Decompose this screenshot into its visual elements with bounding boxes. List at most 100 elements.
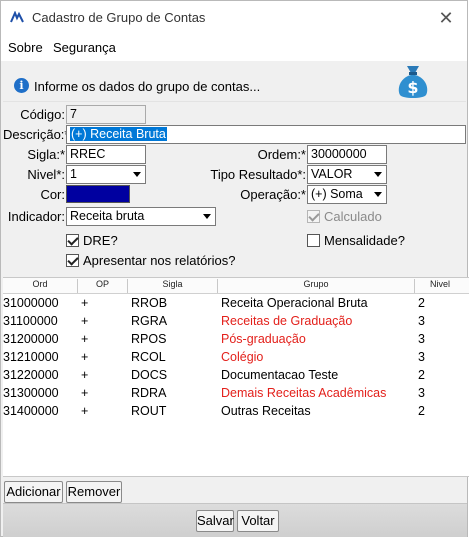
col-header-op[interactable]: OP [78, 279, 128, 293]
descricao-field[interactable]: (+) Receita Bruta [66, 125, 466, 144]
mensalidade-label: Mensalidade? [324, 233, 405, 248]
cell-nivel: 3 [418, 314, 425, 328]
cell-sigla: ROUT [131, 404, 167, 418]
operacao-label: Operação:* [240, 187, 306, 202]
info-panel: i Informe os dados do grupo de contas...… [3, 61, 466, 102]
cell-op: + [81, 296, 89, 310]
cell-sigla: RCOL [131, 350, 166, 364]
cell-sigla: RROB [131, 296, 168, 310]
money-bag-icon: $ [398, 66, 428, 98]
back-button[interactable]: Voltar [237, 510, 279, 532]
chevron-down-icon [374, 172, 382, 177]
add-button[interactable]: Adicionar [4, 481, 63, 503]
groups-table[interactable]: Ord OP Sigla Grupo Nivel 31000000 + RROB… [3, 277, 469, 477]
table-row[interactable]: 31400000 + ROUT Outras Receitas 2 [3, 402, 469, 420]
dre-checkbox[interactable]: DRE? [66, 233, 118, 248]
table-row[interactable]: 31100000 + RGRA Receitas de Graduação 3 [3, 312, 469, 330]
cell-op: + [81, 386, 89, 400]
table-header: Ord OP Sigla Grupo Nivel [3, 278, 469, 294]
cell-grupo: Pós-graduação [221, 332, 306, 346]
color-swatch[interactable] [66, 185, 130, 203]
cell-grupo: Receita Operacional Bruta [221, 296, 368, 310]
cell-ord: 31220000 [3, 368, 59, 382]
table-row[interactable]: 31200000 + RPOS Pós-graduação 3 [3, 330, 469, 348]
cell-nivel: 2 [418, 404, 425, 418]
chevron-down-icon [203, 214, 211, 219]
cell-nivel: 3 [418, 350, 425, 364]
col-header-nivel[interactable]: Nivel [415, 279, 465, 293]
table-row[interactable]: 31210000 + RCOL Colégio 3 [3, 348, 469, 366]
cell-op: + [81, 368, 89, 382]
cell-ord: 31210000 [3, 350, 59, 364]
cell-ord: 31400000 [3, 404, 59, 418]
table-row[interactable]: 31000000 + RROB Receita Operacional Brut… [3, 294, 469, 312]
cell-sigla: RGRA [131, 314, 168, 328]
cell-op: + [81, 350, 89, 364]
cell-ord: 31100000 [3, 314, 58, 328]
calculado-label: Calculado [324, 209, 382, 224]
col-header-sigla[interactable]: Sigla [128, 279, 218, 293]
app-logo-icon [10, 11, 24, 23]
chevron-down-icon [374, 192, 382, 197]
cell-ord: 31000000 [3, 296, 59, 310]
indicador-value: Receita bruta [70, 209, 145, 223]
operacao-value: (+) Soma [311, 187, 363, 201]
cell-sigla: RDRA [131, 386, 167, 400]
save-button[interactable]: Salvar [196, 510, 234, 532]
ordem-label: Ordem:* [257, 147, 306, 162]
mensalidade-checkbox[interactable]: Mensalidade? [307, 233, 405, 248]
relatorios-checkbox[interactable]: Apresentar nos relatórios? [66, 253, 235, 268]
info-icon: i [14, 78, 29, 93]
svg-text:$: $ [407, 78, 418, 97]
window-title: Cadastro de Grupo de Contas [32, 10, 206, 25]
cell-nivel: 3 [418, 332, 425, 346]
table-row[interactable]: 31300000 + RDRA Demais Receitas Acadêmic… [3, 384, 469, 402]
cell-grupo: Colégio [221, 350, 264, 364]
tipo-resultado-value: VALOR [311, 167, 353, 181]
cell-nivel: 3 [418, 386, 425, 400]
sigla-field[interactable]: RREC [66, 145, 146, 164]
checkbox-icon [66, 254, 79, 267]
table-row[interactable]: 31220000 + DOCS Documentacao Teste 2 [3, 366, 469, 384]
cell-grupo: Receitas de Graduação [221, 314, 353, 328]
cell-nivel: 2 [418, 296, 425, 310]
info-message: Informe os dados do grupo de contas... [34, 79, 261, 94]
dialog-window: Cadastro de Grupo de Contas ✕ Sobre Segu… [0, 0, 469, 537]
descricao-label: Descrição:* [3, 127, 70, 142]
col-header-ord[interactable]: Ord [3, 279, 78, 293]
tipo-resultado-select[interactable]: VALOR [307, 165, 387, 184]
cell-sigla: DOCS [131, 368, 168, 382]
cell-op: + [81, 332, 89, 346]
cell-sigla: RPOS [131, 332, 167, 346]
ordem-field[interactable]: 30000000 [307, 145, 387, 164]
indicador-select[interactable]: Receita bruta [66, 207, 216, 226]
indicador-label: Indicador: [7, 209, 65, 224]
nivel-select[interactable]: 1 [66, 165, 146, 184]
cell-grupo: Documentacao Teste [221, 368, 339, 382]
nivel-label: Nivel*: [27, 167, 65, 182]
tipo-resultado-label: Tipo Resultado*: [210, 167, 306, 182]
chevron-down-icon [133, 172, 141, 177]
descricao-selected-text: (+) Receita Bruta [70, 127, 167, 141]
close-icon[interactable]: ✕ [433, 5, 459, 31]
cell-op: + [81, 314, 89, 328]
dre-label: DRE? [83, 233, 118, 248]
cell-op: + [81, 404, 89, 418]
sigla-label: Sigla:* [27, 147, 65, 162]
nivel-value: 1 [70, 167, 77, 181]
codigo-label: Código: [20, 107, 65, 122]
remove-button[interactable]: Remover [66, 481, 122, 503]
cell-grupo: Outras Receitas [221, 404, 311, 418]
menu-seguranca[interactable]: Segurança [53, 40, 116, 55]
menu-bar: Sobre Segurança [1, 35, 467, 61]
col-header-grupo[interactable]: Grupo [218, 279, 415, 293]
checkbox-icon [66, 234, 79, 247]
footer-bar: Salvar Voltar [3, 503, 467, 537]
menu-sobre[interactable]: Sobre [8, 40, 43, 55]
operacao-select[interactable]: (+) Soma [307, 185, 387, 204]
checkbox-icon [307, 210, 320, 223]
codigo-field[interactable]: 7 [66, 105, 146, 124]
relatorios-label: Apresentar nos relatórios? [83, 253, 236, 268]
title-bar[interactable]: Cadastro de Grupo de Contas ✕ [1, 1, 467, 35]
cell-nivel: 2 [418, 368, 425, 382]
